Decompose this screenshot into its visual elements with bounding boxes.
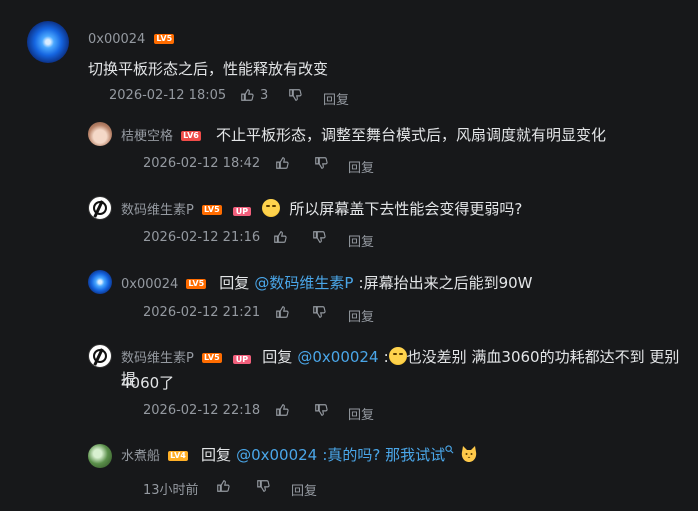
username[interactable]: 数码维生素P bbox=[121, 351, 194, 366]
search-icon[interactable] bbox=[445, 445, 454, 454]
reply-prefix: 回复 bbox=[262, 348, 293, 366]
thumbs-up-icon[interactable] bbox=[273, 230, 287, 244]
level-badge: LV5 bbox=[201, 204, 222, 215]
reply-time: 13小时前 bbox=[143, 483, 199, 498]
laughing-emoji-icon bbox=[388, 347, 407, 365]
laughing-emoji-icon bbox=[262, 199, 281, 217]
reply-time: 2026-02-12 22:18 bbox=[143, 403, 261, 418]
username[interactable]: 0x00024 bbox=[121, 277, 178, 292]
level-badge: LV5 bbox=[186, 278, 207, 289]
thumbs-up-icon[interactable] bbox=[216, 479, 230, 493]
avatar[interactable] bbox=[88, 444, 112, 468]
username[interactable]: 水煮船 bbox=[121, 449, 160, 464]
reply-text[interactable]: :真的吗? 那我试试 bbox=[322, 446, 445, 464]
reply-text: 所以屏幕盖下去性能会变得更弱吗? bbox=[289, 200, 523, 218]
avatar[interactable] bbox=[88, 270, 112, 294]
comment-text: 切换平板形态之后，性能释放有改变 bbox=[88, 60, 329, 78]
reply-colon: : bbox=[383, 348, 389, 366]
level-badge: LV4 bbox=[168, 450, 188, 461]
username[interactable]: 数码维生素P bbox=[121, 203, 194, 218]
mention-link[interactable]: @0x00024 bbox=[236, 446, 317, 464]
up-badge: UP bbox=[232, 207, 252, 216]
level-badge: LV6 bbox=[181, 130, 201, 141]
reply-header: 桔梗空格 LV6 不止平板形态，调整至舞台模式后，风扇调度就有明显变化 bbox=[121, 124, 606, 146]
reply-button[interactable]: 回复 bbox=[323, 89, 349, 108]
reply-button[interactable]: 回复 bbox=[291, 480, 317, 499]
cat-emoji-icon bbox=[462, 446, 477, 462]
thumbs-down-icon[interactable] bbox=[288, 88, 302, 102]
reply-prefix: 回复 bbox=[219, 274, 250, 292]
thumbs-down-icon[interactable] bbox=[256, 479, 270, 493]
reply-button[interactable]: 回复 bbox=[348, 231, 374, 250]
reply-text: 不止平板形态，调整至舞台模式后，风扇调度就有明显变化 bbox=[215, 126, 606, 144]
reply-button[interactable]: 回复 bbox=[348, 157, 374, 176]
thumbs-down-icon[interactable] bbox=[312, 305, 326, 319]
reply-header: 0x00024 LV5 回复 @数码维生素P :屏幕抬出来之后能到90W bbox=[121, 272, 533, 294]
avatar[interactable] bbox=[88, 122, 112, 146]
level-badge: LV5 bbox=[154, 33, 175, 44]
reply-time: 2026-02-12 21:16 bbox=[143, 230, 261, 245]
reply-prefix: 回复 bbox=[200, 446, 231, 464]
reply-button[interactable]: 回复 bbox=[348, 306, 374, 325]
reply-button[interactable]: 回复 bbox=[348, 404, 374, 423]
like-count: 3 bbox=[260, 88, 269, 103]
comment-header: 0x00024 LV5 bbox=[88, 28, 175, 47]
thumbs-up-icon[interactable] bbox=[240, 88, 254, 102]
reply-time: 2026-02-12 18:42 bbox=[143, 156, 261, 171]
mention-link[interactable]: @数码维生素P bbox=[254, 274, 353, 292]
thumbs-down-icon[interactable] bbox=[312, 230, 326, 244]
reply-text-continued: 4060了 bbox=[121, 374, 175, 392]
reply-text: :屏幕抬出来之后能到90W bbox=[358, 274, 533, 292]
up-badge: UP bbox=[232, 355, 252, 364]
thumbs-up-icon[interactable] bbox=[275, 305, 289, 319]
thumbs-up-icon[interactable] bbox=[275, 156, 289, 170]
avatar[interactable] bbox=[27, 21, 69, 63]
avatar[interactable] bbox=[88, 344, 112, 368]
thumbs-down-icon[interactable] bbox=[314, 403, 328, 417]
comment-time: 2026-02-12 18:05 bbox=[109, 88, 227, 103]
reply-header: 数码维生素P LV5 UP 所以屏幕盖下去性能会变得更弱吗? bbox=[121, 198, 522, 220]
thumbs-down-icon[interactable] bbox=[314, 156, 328, 170]
reply-header: 水煮船 LV4 回复 @0x00024 :真的吗? 那我试试 bbox=[121, 444, 479, 466]
thumbs-up-icon[interactable] bbox=[275, 403, 289, 417]
level-badge: LV5 bbox=[201, 352, 222, 363]
username[interactable]: 桔梗空格 bbox=[121, 129, 173, 144]
reply-header: 数码维生素P LV5 UP 回复 @0x00024 : 也没差别 满血3060的功… bbox=[121, 346, 691, 390]
reply-time: 2026-02-12 21:21 bbox=[143, 305, 261, 320]
username[interactable]: 0x00024 bbox=[88, 32, 145, 47]
avatar[interactable] bbox=[88, 196, 112, 220]
mention-link[interactable]: @0x00024 bbox=[297, 348, 378, 366]
